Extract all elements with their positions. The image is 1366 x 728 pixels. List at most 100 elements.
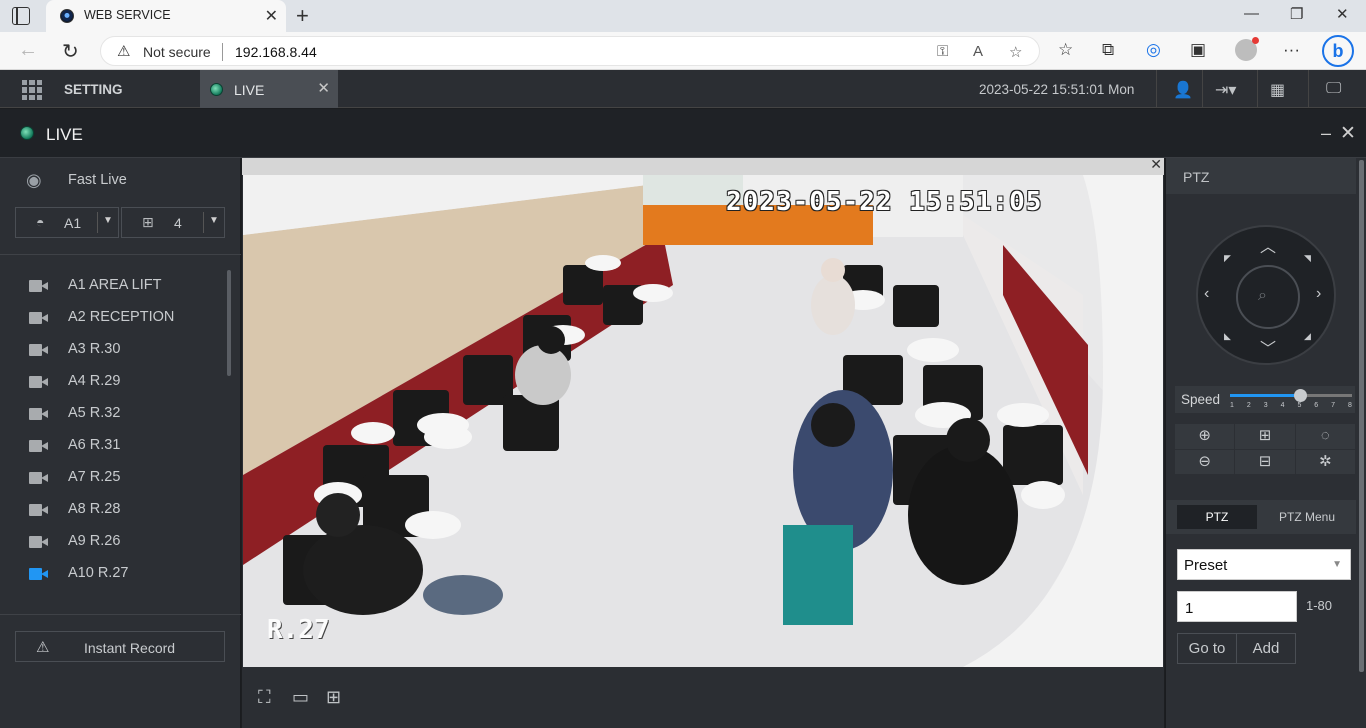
back-arrow-icon[interactable]: ← [18,39,38,62]
fullscreen-display-icon[interactable]: 🖵 [1326,80,1341,98]
speed-tick-label: 1 [1230,402,1234,409]
url-text[interactable]: 192.168.8.44 [235,44,317,60]
add-favorite-icon[interactable]: ☆ [1009,43,1022,61]
preset-number-input[interactable]: 1 [1177,591,1297,622]
pan-down-icon[interactable]: ﹀ [1260,335,1276,359]
close-video-icon[interactable]: ✕ [1150,156,1162,173]
qr-code-icon[interactable]: ▦ [1270,80,1285,100]
pan-up-left-icon[interactable]: ◤ [1224,253,1231,264]
instant-record-button[interactable]: ⚠ Instant Record [15,631,225,662]
ptz-tabs: PTZ PTZ Menu [1166,500,1357,534]
camera-list-item[interactable]: A3 R.30 [0,334,225,366]
split-select[interactable]: ⊞ 4 ▼ [121,207,225,238]
channel-select[interactable]: ◓ A1 ▼ [15,207,119,238]
not-secure-label[interactable]: Not secure [143,44,211,60]
live-status-icon [20,126,34,140]
iris-close-icon[interactable]: ✲ [1295,449,1355,474]
bing-chat-icon[interactable]: b [1322,35,1354,67]
address-bar[interactable]: ⚠ Not secure 192.168.8.44 ⚿ A ☆ [100,36,1040,66]
pan-down-left-icon[interactable]: ◣ [1224,331,1231,342]
quad-view-icon[interactable]: ⊞ [326,687,341,708]
camera-list-item[interactable]: A5 R.32 [0,398,225,430]
pan-up-icon[interactable]: ︿ [1260,233,1276,257]
camera-list-item[interactable]: A2 RECEPTION [0,302,225,334]
camera-list-item[interactable]: A9 R.26 [0,526,225,558]
reload-icon[interactable]: ↻ [62,39,79,64]
page-scrollbar[interactable] [1356,158,1366,728]
fast-live-icon[interactable]: ◉ [26,170,42,191]
split-screen-icon[interactable]: ▣ [1190,40,1206,60]
minimize-window-icon[interactable]: — [1244,5,1259,22]
goto-preset-button[interactable]: Go to [1177,633,1237,664]
pan-right-icon[interactable]: › [1316,285,1321,303]
single-view-icon[interactable]: ▭ [292,687,309,708]
chevron-down-icon[interactable]: ▼ [209,215,219,226]
add-preset-button[interactable]: Add [1236,633,1296,664]
camera-icon [29,536,49,548]
profile-avatar[interactable] [1235,37,1259,61]
fast-live-link[interactable]: Fast Live [68,172,127,188]
speed-tick-label: 7 [1331,402,1336,409]
ptz-center-ring[interactable] [1236,265,1300,329]
pan-down-right-icon[interactable]: ◢ [1304,331,1311,342]
read-aloud-icon[interactable]: A [973,43,983,60]
tab-close-icon[interactable]: ✕ [265,6,278,26]
ptz-direction-pad[interactable]: ︿ ﹀ ‹ › ◤ ◥ ◣ ◢ ⌕ [1196,225,1336,365]
user-icon[interactable]: 👤 [1173,80,1193,100]
tab-ptz[interactable]: PTZ [1177,505,1257,529]
collections-icon[interactable]: ⧉ [1102,40,1114,60]
restore-window-icon[interactable]: ❐ [1290,5,1303,23]
focus-far-icon[interactable]: ⊟ [1235,449,1295,474]
live-video-feed[interactable]: 2023-05-22 15:51:05 R.27 [243,175,1163,667]
ptz-header-label: PTZ [1183,169,1210,185]
warning-icon[interactable]: ⚠ [117,42,130,60]
live-tab-close-icon[interactable]: ✕ [317,79,330,97]
channel-panel: ◉ Fast Live ◓ A1 ▼ ⊞ 4 ▼ A1 AREA LIFT A2 … [0,158,241,728]
camera-list-scrollbar[interactable] [227,270,231,376]
zoom-in-icon[interactable]: ⊕ [1175,424,1235,449]
browser-tab[interactable]: WEB SERVICE ✕ [46,0,286,32]
auto-scan-icon[interactable]: ⌕ [1258,287,1267,305]
zoom-out-icon[interactable]: ⊖ [1175,449,1235,474]
camera-list-item[interactable]: A1 AREA LIFT [0,270,225,302]
speed-slider[interactable] [1230,389,1352,402]
iris-open-icon[interactable]: ◌ [1295,424,1355,449]
logout-icon[interactable]: ⇥▾ [1215,80,1236,100]
pan-up-right-icon[interactable]: ◥ [1304,253,1311,264]
video-channel-name-overlay: R.27 [267,615,330,645]
camera-icon [29,376,49,388]
camera-list-item[interactable]: A8 R.28 [0,494,225,526]
favorites-icon[interactable]: ☆ [1058,40,1073,60]
fit-window-icon[interactable]: ⛶ [258,687,271,708]
close-icon[interactable]: ✕ [1340,122,1356,145]
select-divider [203,212,204,233]
focus-near-icon[interactable]: ⊞ [1235,424,1295,449]
page-scrollbar-thumb[interactable] [1359,160,1364,672]
speed-slider-fill [1230,394,1300,397]
chevron-down-icon[interactable]: ▼ [1332,559,1342,570]
new-tab-icon[interactable]: + [296,3,309,29]
chevron-down-icon[interactable]: ▼ [103,215,113,226]
key-icon[interactable]: ⚿ [937,43,948,60]
camera-list-item[interactable]: A4 R.29 [0,366,225,398]
tab-live[interactable]: LIVE ✕ [200,70,338,108]
camera-list-item[interactable]: A7 R.25 [0,462,225,494]
more-options-icon[interactable]: ··· [1283,40,1300,60]
tab-actions-icon[interactable] [12,7,30,25]
close-window-icon[interactable]: ✕ [1336,5,1349,23]
camera-list-item[interactable]: A10 R.27 [0,558,225,590]
camera-list-item[interactable]: A6 R.31 [0,430,225,462]
divider [0,614,241,615]
browser-essentials-icon[interactable]: ◎ [1146,40,1161,60]
camera-label: A2 RECEPTION [68,309,175,325]
preset-select[interactable]: Preset ▼ [1177,549,1351,580]
pan-left-icon[interactable]: ‹ [1204,285,1209,303]
speed-tick-label: 5 [1297,402,1302,409]
minimize-icon[interactable]: – [1321,123,1331,144]
tab-ptz-menu[interactable]: PTZ Menu [1266,505,1348,529]
speed-slider-handle[interactable] [1293,389,1307,402]
main-menu-grid-icon[interactable] [22,80,42,100]
setting-nav[interactable]: SETTING [64,82,123,97]
preset-range-hint: 1-80 [1306,598,1333,613]
live-icon [210,83,223,96]
